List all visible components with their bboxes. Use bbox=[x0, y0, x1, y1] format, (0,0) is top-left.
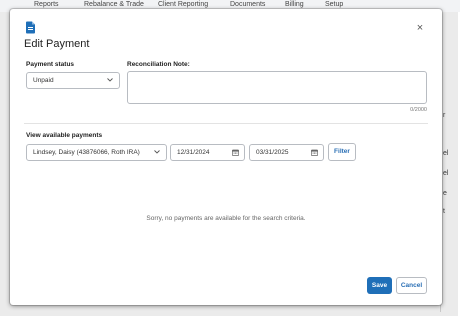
close-icon[interactable]: × bbox=[413, 21, 427, 35]
payment-status-select[interactable]: Unpaid bbox=[26, 72, 120, 89]
end-date-value: 03/31/2025 bbox=[256, 149, 289, 156]
chevron-down-icon bbox=[154, 150, 160, 154]
start-date-input[interactable]: 12/31/2024 bbox=[170, 144, 245, 161]
section-divider bbox=[24, 123, 428, 124]
bg-nav-item: Documents bbox=[230, 1, 266, 8]
calendar-icon[interactable] bbox=[311, 149, 318, 156]
bg-nav-item: Billing bbox=[285, 1, 304, 8]
reconciliation-note-textarea[interactable] bbox=[127, 71, 427, 104]
bg-nav-item: Rebalance & Trade bbox=[84, 1, 144, 8]
bg-nav-item: Setup bbox=[325, 1, 344, 8]
bg-nav-item: Reports bbox=[34, 1, 59, 8]
edit-payment-modal: Edit Payment × Payment status Unpaid Rec… bbox=[10, 9, 442, 305]
account-value: Lindsey, Daisy (43876066, Roth IRA) bbox=[33, 149, 140, 156]
available-payments-label: View available payments bbox=[26, 132, 103, 139]
payment-status-value: Unpaid bbox=[33, 77, 54, 84]
empty-state-message: Sorry, no payments are available for the… bbox=[146, 215, 306, 222]
payment-status-label: Payment status bbox=[26, 61, 75, 68]
end-date-input[interactable]: 03/31/2025 bbox=[249, 144, 324, 161]
cancel-button[interactable]: Cancel bbox=[396, 277, 427, 294]
reconciliation-note-label: Reconciliation Note: bbox=[127, 61, 190, 68]
start-date-value: 12/31/2024 bbox=[177, 149, 210, 156]
filter-button[interactable]: Filter bbox=[328, 143, 356, 161]
document-icon bbox=[26, 21, 35, 34]
chevron-down-icon bbox=[107, 78, 113, 82]
character-counter: 0/2000 bbox=[410, 107, 427, 113]
modal-title: Edit Payment bbox=[24, 38, 90, 50]
bg-nav-item: Client Reporting bbox=[158, 1, 209, 8]
save-button[interactable]: Save bbox=[367, 277, 392, 294]
calendar-icon[interactable] bbox=[232, 149, 239, 156]
account-select[interactable]: Lindsey, Daisy (43876066, Roth IRA) bbox=[26, 144, 167, 161]
